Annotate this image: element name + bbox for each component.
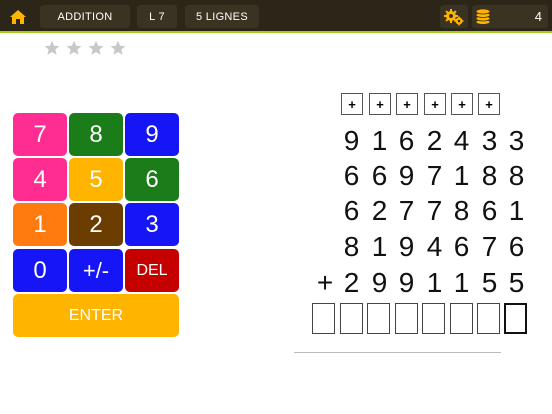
- digit: 7: [426, 195, 443, 226]
- mode-button[interactable]: ADDITION: [40, 5, 130, 28]
- star-icon: [44, 40, 60, 55]
- operator-toggle[interactable]: +: [341, 93, 363, 115]
- key-7[interactable]: 7: [13, 113, 67, 156]
- digit: 4: [426, 231, 443, 262]
- star-icon: [110, 40, 126, 55]
- coins-icon: [475, 8, 491, 25]
- digit: 6: [481, 195, 498, 226]
- answer-slot[interactable]: [450, 303, 473, 334]
- star-icon: [88, 40, 104, 55]
- gears-icon: [444, 8, 464, 25]
- key-8[interactable]: 8: [69, 113, 123, 156]
- digit: 2: [343, 267, 360, 298]
- operator-toggle[interactable]: +: [369, 93, 391, 115]
- lines-button[interactable]: 5 LIGNES: [185, 5, 259, 28]
- digit: 9: [343, 125, 360, 156]
- digit: 8: [343, 231, 360, 262]
- answer-slot-active[interactable]: [504, 303, 527, 334]
- digit: 6: [371, 160, 388, 191]
- digit: 2: [371, 195, 388, 226]
- key-5[interactable]: 5: [69, 158, 123, 201]
- answer-slot[interactable]: [422, 303, 445, 334]
- key-2[interactable]: 2: [69, 203, 123, 246]
- digit: 5: [481, 267, 498, 298]
- coin-count: 4: [534, 9, 542, 24]
- digit: 6: [343, 195, 360, 226]
- digit: 7: [481, 231, 498, 262]
- digit: 3: [481, 125, 498, 156]
- digit: 7: [426, 160, 443, 191]
- digit: 8: [508, 160, 525, 191]
- sign-toggle-button[interactable]: +/-: [69, 249, 123, 292]
- rating-stars: [44, 40, 126, 56]
- divider-line: [294, 352, 501, 353]
- top-bar: ADDITION L 7 5 LIGNES 4: [0, 0, 552, 33]
- home-icon: [10, 10, 26, 24]
- star-icon: [66, 40, 82, 55]
- digit: 9: [398, 267, 415, 298]
- digit: 1: [371, 125, 388, 156]
- digit: 4: [453, 125, 470, 156]
- level-button[interactable]: L 7: [137, 5, 177, 28]
- settings-button[interactable]: [440, 5, 468, 28]
- digit: 9: [398, 231, 415, 262]
- enter-button[interactable]: ENTER: [13, 294, 179, 337]
- answer-slot[interactable]: [312, 303, 335, 334]
- answer-slot[interactable]: [395, 303, 418, 334]
- digit: 6: [453, 231, 470, 262]
- key-1[interactable]: 1: [13, 203, 67, 246]
- coin-counter: 4: [472, 5, 548, 28]
- plus-sign: +: [316, 267, 334, 298]
- digit: 9: [371, 267, 388, 298]
- answer-slot[interactable]: [340, 303, 363, 334]
- operator-toggle[interactable]: +: [478, 93, 500, 115]
- key-6[interactable]: 6: [125, 158, 179, 201]
- digit: 7: [398, 195, 415, 226]
- digit: 1: [426, 267, 443, 298]
- home-button[interactable]: [6, 6, 30, 28]
- digit: 3: [508, 125, 525, 156]
- digit: 6: [343, 160, 360, 191]
- digit: 8: [481, 160, 498, 191]
- key-0[interactable]: 0: [13, 249, 67, 292]
- digit: 1: [371, 231, 388, 262]
- digit: 1: [508, 195, 525, 226]
- digit: 6: [398, 125, 415, 156]
- key-9[interactable]: 9: [125, 113, 179, 156]
- answer-slot[interactable]: [477, 303, 500, 334]
- digit: 1: [453, 267, 470, 298]
- delete-button[interactable]: DEL: [125, 249, 179, 292]
- digit: 1: [453, 160, 470, 191]
- answer-slot[interactable]: [367, 303, 390, 334]
- digit: 9: [398, 160, 415, 191]
- key-4[interactable]: 4: [13, 158, 67, 201]
- digit: 2: [426, 125, 443, 156]
- digit: 8: [453, 195, 470, 226]
- operator-toggle[interactable]: +: [451, 93, 473, 115]
- digit: 5: [508, 267, 525, 298]
- operator-toggle[interactable]: +: [424, 93, 446, 115]
- digit: 6: [508, 231, 525, 262]
- key-3[interactable]: 3: [125, 203, 179, 246]
- operator-toggle[interactable]: +: [396, 93, 418, 115]
